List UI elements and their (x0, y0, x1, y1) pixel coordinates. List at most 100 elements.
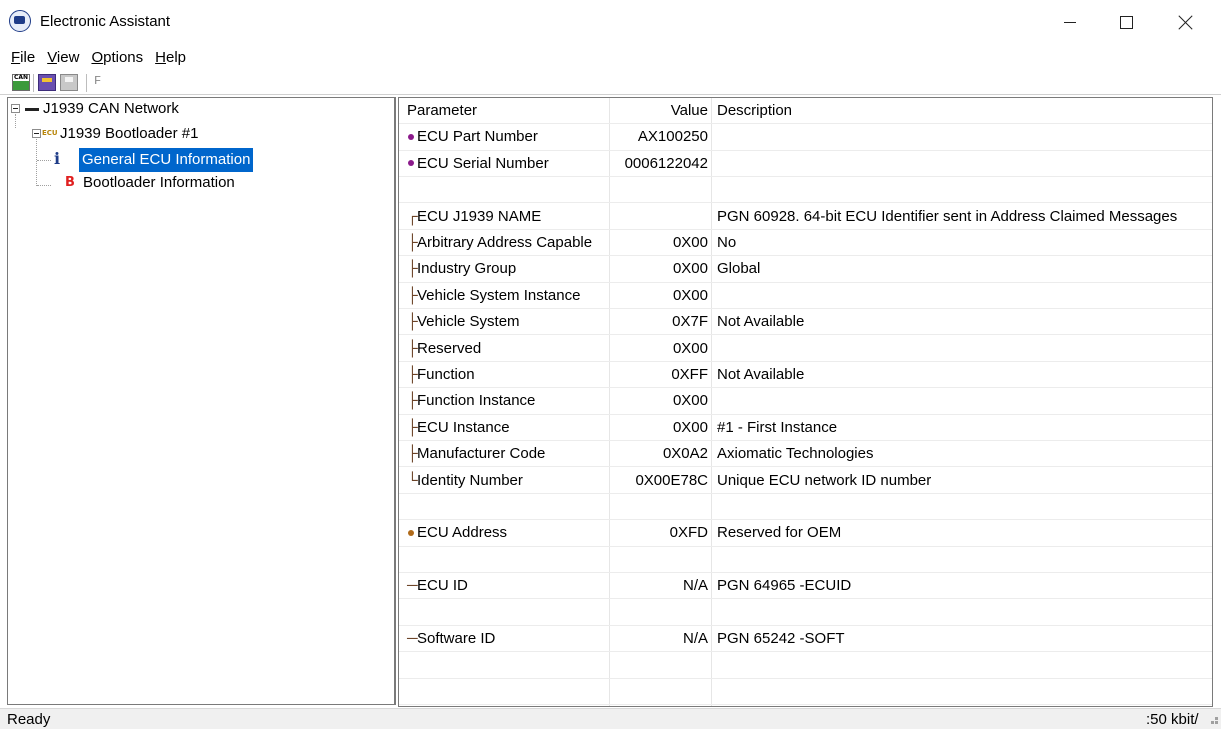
parameter-cell (407, 177, 610, 203)
close-button[interactable] (1162, 0, 1208, 44)
table-row[interactable]: ├Function Instance 0X00 (399, 388, 1212, 415)
table-row[interactable] (399, 679, 1212, 706)
tree-connector (37, 160, 51, 161)
header-description[interactable]: Description (717, 98, 1212, 124)
description-cell: PGN 64965 -ECUID (717, 577, 852, 595)
tree-connector (36, 139, 37, 186)
resize-grip-icon[interactable] (1209, 715, 1218, 724)
description-cell (717, 283, 1212, 309)
table-row[interactable] (399, 547, 1212, 574)
table-row[interactable]: ├Function 0XFF Not Available (399, 362, 1212, 389)
toolbar-separator (33, 74, 34, 92)
value-cell (611, 652, 708, 678)
table-row[interactable] (399, 600, 1212, 626)
menu-accelerator: H (155, 49, 166, 66)
maximize-button[interactable] (1103, 0, 1149, 44)
description-cell (717, 151, 1212, 177)
tree-branch-icon: ├ (407, 418, 418, 436)
info-icon: i (54, 149, 61, 168)
collapse-icon[interactable] (32, 129, 41, 138)
description-cell: Unique ECU network ID number (717, 471, 932, 489)
value-cell: 0X00 (672, 392, 708, 410)
table-row[interactable]: └Identity Number 0X00E78C Unique ECU netwo… (399, 468, 1212, 494)
description-cell: No (717, 234, 737, 251)
table-row[interactable] (399, 177, 1212, 204)
tree-branch-icon: ─ (407, 577, 418, 595)
table-row[interactable]: ├Vehicle System 0X7F Not Available (399, 309, 1212, 336)
parameter-cell (407, 652, 610, 678)
description-cell (717, 679, 1212, 705)
parameter-label: Function Instance (417, 392, 536, 410)
parameter-cell: ECU Part Number (407, 124, 610, 150)
tree-branch-icon: ├ (407, 392, 418, 410)
table-row[interactable]: ─Software ID N/A PGN 65242 -SOFT (399, 626, 1212, 653)
value-cell (611, 679, 708, 705)
tree-item-general-ecu-information[interactable]: General ECU Information (79, 148, 254, 172)
menu-accelerator: F (11, 49, 21, 66)
collapse-icon[interactable] (11, 104, 20, 113)
description-cell (717, 124, 1212, 150)
parameter-cell: ├Vehicle System Instance (407, 283, 610, 309)
description-cell (717, 388, 1212, 414)
ecu-tree[interactable]: J1939 CAN Network ECU J1939 Bootloader #… (7, 97, 396, 705)
parameter-label: Reserved (417, 339, 482, 357)
save-icon[interactable] (60, 74, 78, 91)
tree-item-can-network[interactable]: J1939 CAN Network (43, 100, 179, 117)
table-row[interactable]: ├ECU Instance 0X00 #1 - First Instance (399, 415, 1212, 442)
table-row[interactable]: ECU Address 0XFD Reserved for OEM (399, 520, 1212, 547)
parameter-cell: ─ECU ID (407, 573, 610, 599)
description-cell (717, 494, 1212, 520)
parameter-cell: ├Function Instance (407, 388, 610, 414)
network-icon (25, 108, 39, 111)
table-row[interactable]: ├Reserved 0X00 (399, 336, 1212, 362)
table-row[interactable]: ├Arbitrary Address Capable 0X00 No (399, 230, 1212, 257)
value-cell: 0X00 (672, 234, 708, 251)
table-row[interactable]: ─ECU ID N/A PGN 64965 -ECUID (399, 573, 1212, 600)
menu-accelerator: V (47, 49, 57, 66)
value-cell: AX100250 (637, 128, 708, 146)
menu-help[interactable]: Help (147, 47, 190, 69)
tree-branch-icon: ├ (407, 445, 418, 463)
value-cell: 0X00 (672, 339, 708, 357)
parameter-label: ECU Part Number (417, 128, 538, 146)
table-row[interactable] (399, 652, 1212, 679)
minimize-button[interactable] (1047, 0, 1093, 44)
table-row[interactable] (399, 494, 1212, 521)
table-row[interactable]: ECU Part Number AX100250 (399, 124, 1212, 151)
can-network-icon[interactable] (12, 74, 30, 91)
tree-branch-icon: ─ (407, 630, 418, 647)
tree-connector (37, 185, 51, 186)
parameter-label: Arbitrary Address Capable (417, 234, 593, 251)
value-cell: 0XFD (669, 524, 708, 542)
tree-item-bootloader-information[interactable]: Bootloader Information (83, 174, 235, 191)
parameter-label: Vehicle System (417, 313, 520, 331)
table-row[interactable]: ├Industry Group 0X00 Global (399, 256, 1212, 283)
table-row[interactable]: ┌ECU J1939 NAME PGN 60928. 64-bit ECU Ide… (399, 204, 1212, 230)
description-cell: Reserved for OEM (717, 524, 842, 542)
table-row[interactable]: ECU Serial Number 0006122042 (399, 151, 1212, 178)
window-title: Electronic Assistant (40, 13, 171, 30)
tree-item-bootloader[interactable]: J1939 Bootloader #1 (60, 125, 198, 142)
header-value[interactable]: Value (611, 98, 708, 124)
table-row[interactable]: ├Manufacturer Code 0X0A2 Axiomatic Technol… (399, 441, 1212, 468)
parameter-cell (407, 600, 610, 626)
parameter-label: Identity Number (417, 471, 523, 489)
program-ecu-icon[interactable] (38, 74, 56, 91)
description-cell: Not Available (717, 313, 805, 331)
description-cell: Global (717, 260, 761, 278)
parameter-grid[interactable]: Parameter Value Description ECU Part Num… (398, 97, 1213, 707)
menu-label: elp (165, 49, 187, 66)
value-cell (611, 177, 708, 203)
header-parameter[interactable]: Parameter (407, 98, 610, 124)
value-cell: N/A (682, 577, 708, 595)
menu-options[interactable]: Options (83, 47, 147, 69)
menu-file[interactable]: File (0, 47, 39, 69)
parameter-label: Vehicle System Instance (417, 286, 581, 304)
description-cell (717, 336, 1212, 362)
table-row[interactable]: ├Vehicle System Instance 0X00 (399, 283, 1212, 310)
minimize-icon (1064, 21, 1076, 23)
parameter-label: Function (417, 366, 475, 383)
tree-branch-icon: ├ (407, 234, 418, 251)
value-cell: 0X0A2 (662, 445, 708, 463)
menu-view[interactable]: View (39, 47, 83, 69)
